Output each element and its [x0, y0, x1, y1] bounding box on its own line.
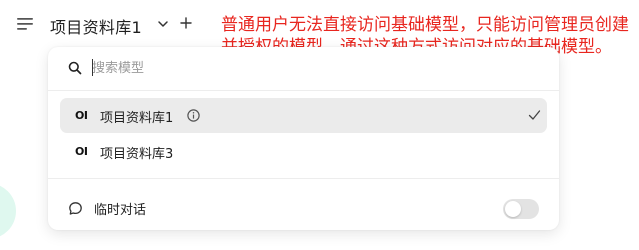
search-icon [68, 61, 82, 75]
model-selector-title[interactable]: 项目资料库1 [50, 14, 142, 38]
divider [48, 178, 559, 179]
text-caret [92, 59, 93, 76]
chat-bubble-icon [69, 202, 82, 215]
app-stage: 项目资料库1 普通用户无法直接访问基础模型，只能访问管理员创建并授权的模型，通过… [0, 0, 639, 250]
check-icon [528, 110, 541, 120]
hamburger-icon[interactable] [17, 17, 35, 31]
search-row [48, 47, 559, 89]
openwebui-logo-icon: OI [75, 109, 88, 122]
temp-chat-label: 临时对话 [94, 203, 147, 218]
plus-icon[interactable] [180, 17, 192, 29]
list-item-kb-3[interactable]: OI 项目资料库3 [60, 134, 547, 169]
model-dropdown: OI 项目资料库1 OI 项目资料库3 临时对话 [48, 47, 559, 230]
list-item-label: 项目资料库3 [100, 147, 174, 162]
temp-chat-toggle[interactable] [503, 199, 539, 219]
openwebui-logo-icon: OI [75, 145, 88, 158]
top-bar: 项目资料库1 [0, 0, 220, 50]
decorative-blob [0, 183, 16, 239]
toggle-knob [505, 201, 521, 217]
info-icon[interactable] [187, 109, 200, 122]
list-item-kb-1[interactable]: OI 项目资料库1 [60, 98, 547, 133]
temp-chat-row: 临时对话 [48, 190, 559, 224]
divider [48, 90, 559, 91]
chevron-down-icon[interactable] [157, 18, 169, 30]
list-item-label: 项目资料库1 [100, 111, 174, 126]
search-input[interactable] [92, 57, 292, 79]
